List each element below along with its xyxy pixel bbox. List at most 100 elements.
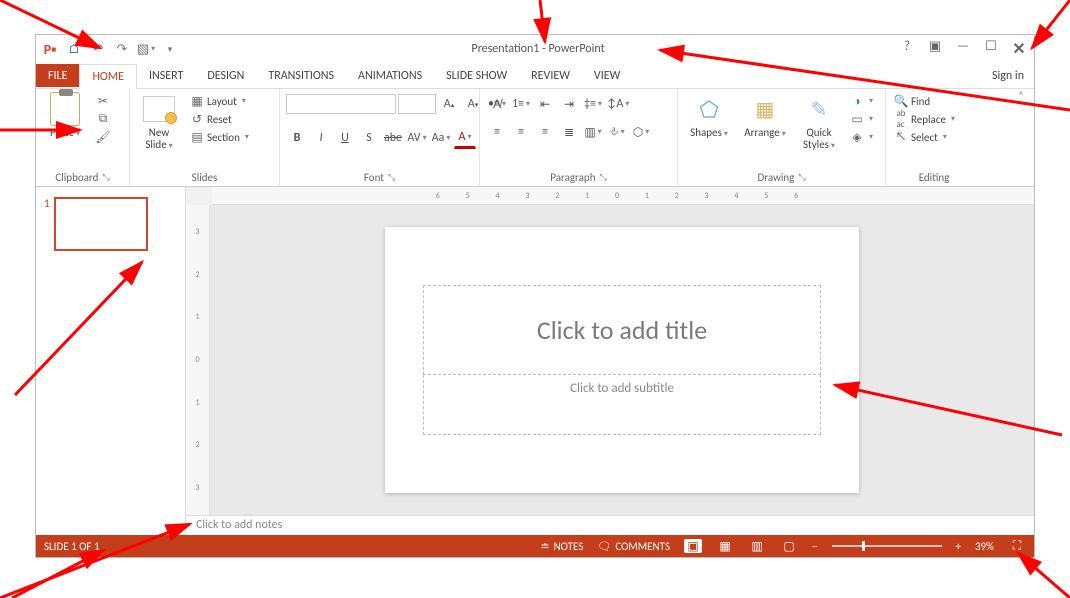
change-case-button[interactable]: Aa	[430, 127, 452, 149]
decrease-indent-button[interactable]: ⇤	[534, 93, 556, 115]
notes-pane[interactable]: Click to add notes	[186, 515, 1034, 535]
zoom-slider[interactable]	[832, 542, 942, 550]
tab-transitions[interactable]: TRANSITIONS	[256, 64, 346, 87]
undo-icon[interactable]: ↶	[90, 41, 106, 57]
increase-font-icon[interactable]: A▴	[438, 93, 460, 115]
shapes-button[interactable]: ⬠ Shapes	[684, 93, 734, 139]
bullets-button[interactable]: •≡	[486, 93, 508, 115]
tab-insert[interactable]: INSERT	[137, 64, 195, 87]
horizontal-ruler: 6 5 4 3 2 1 0 1 2 3 4 5 6	[212, 187, 1034, 205]
paintbrush-icon: 🖌	[96, 130, 110, 144]
strikethrough-button[interactable]: abe	[382, 127, 404, 149]
maximize-icon[interactable]: ☐	[982, 39, 1000, 59]
tab-slideshow[interactable]: SLIDE SHOW	[434, 64, 519, 87]
group-font: A▴ A▾ A̸ B I U S abe AV Aa A Font⤡	[280, 89, 480, 186]
notes-toggle[interactable]: ≐NOTES	[540, 540, 583, 553]
slide-thumbnail-1[interactable]: 1	[44, 197, 177, 251]
comments-toggle[interactable]: 🗨COMMENTS	[597, 540, 670, 553]
group-label-font: Font	[364, 171, 384, 184]
ribbon-tabs: FILE HOME INSERT DESIGN TRANSITIONS ANIM…	[36, 63, 1034, 89]
layout-button[interactable]: ▦Layout	[188, 93, 251, 109]
text-direction-button[interactable]: ↕A	[606, 93, 630, 115]
group-paragraph: •≡ 1≡ ⇤ ⇥ ‡≡ ↕A ≡ ≡ ≡ ≣ ▥ ⎀ ⬡ Paragraph⤡	[480, 89, 678, 186]
qat-more-icon[interactable]: ▾	[162, 41, 178, 57]
fit-to-window-icon[interactable]: ⛶	[1008, 539, 1026, 553]
shape-fill-button[interactable]: ◑	[848, 93, 875, 109]
find-button[interactable]: 🔍Find	[892, 93, 957, 109]
status-bar: SLIDE 1 OF 1 ≐NOTES 🗨COMMENTS ▣ ▦ ▥ ▢ − …	[36, 535, 1034, 557]
font-name-input[interactable]	[286, 94, 396, 114]
text-shadow-button[interactable]: S	[358, 127, 380, 149]
tab-animations[interactable]: ANIMATIONS	[346, 64, 434, 87]
slide-thumbnails-pane[interactable]: 1	[36, 187, 186, 535]
new-slide-button[interactable]: New Slide	[136, 93, 182, 151]
align-left-button[interactable]: ≡	[486, 121, 508, 143]
section-button[interactable]: ▤Section	[188, 129, 251, 145]
align-text-button[interactable]: ⎀	[606, 121, 628, 143]
font-color-button[interactable]: A	[454, 127, 476, 149]
bold-button[interactable]: B	[286, 127, 308, 149]
notes-icon: ≐	[540, 540, 549, 553]
powerpoint-icon: P▪	[42, 41, 58, 57]
arrange-button[interactable]: ▦ Arrange	[740, 93, 790, 139]
zoom-in-button[interactable]: +	[956, 540, 961, 553]
smartart-button[interactable]: ⬡	[630, 121, 652, 143]
align-center-button[interactable]: ≡	[510, 121, 532, 143]
tab-home[interactable]: HOME	[79, 64, 137, 89]
minimize-icon[interactable]: —	[954, 39, 972, 59]
shapes-icon: ⬠	[693, 93, 725, 125]
editor-area: 6 5 4 3 2 1 0 1 2 3 4 5 6 3 2 1 0 1 2 3 …	[186, 187, 1034, 535]
cut-button[interactable]: ✂	[94, 93, 112, 109]
increase-indent-button[interactable]: ⇥	[558, 93, 580, 115]
ribbon-display-options-icon[interactable]: ▣	[926, 39, 944, 59]
character-spacing-button[interactable]: AV	[406, 127, 428, 149]
zoom-out-button[interactable]: −	[812, 540, 817, 553]
underline-button[interactable]: U	[334, 127, 356, 149]
format-painter-button[interactable]: 🖌	[94, 129, 112, 145]
arrange-icon: ▦	[749, 93, 781, 125]
shape-effects-button[interactable]: ◈	[848, 129, 875, 145]
align-right-button[interactable]: ≡	[534, 121, 556, 143]
outline-icon: ▭	[850, 112, 864, 126]
reading-view-icon[interactable]: ▥	[748, 539, 766, 553]
shape-outline-button[interactable]: ▭	[848, 111, 875, 127]
tab-review[interactable]: REVIEW	[519, 64, 582, 87]
close-icon[interactable]: ✕	[1010, 39, 1028, 59]
slide-canvas[interactable]: Click to add title Click to add subtitle	[210, 205, 1034, 515]
justify-button[interactable]: ≣	[558, 121, 580, 143]
sign-in-link[interactable]: Sign in	[982, 69, 1034, 83]
copy-button[interactable]: ⧉	[94, 111, 112, 127]
reset-button[interactable]: ↺Reset	[188, 111, 251, 127]
italic-button[interactable]: I	[310, 127, 332, 149]
start-from-beginning-icon[interactable]: ▧	[138, 41, 154, 57]
select-button[interactable]: ↖Select	[892, 129, 957, 145]
paragraph-launcher-icon[interactable]: ⤡	[600, 172, 607, 183]
paste-button[interactable]: Paste	[42, 93, 88, 139]
collapse-ribbon-icon[interactable]: ˄	[1008, 89, 1034, 186]
clipboard-launcher-icon[interactable]: ⤡	[102, 172, 109, 183]
clipboard-icon	[50, 92, 80, 126]
group-label-slides: Slides	[192, 171, 218, 184]
zoom-level[interactable]: 39%	[975, 540, 994, 553]
tab-design[interactable]: DESIGN	[195, 64, 256, 87]
slide-sorter-view-icon[interactable]: ▦	[716, 539, 734, 553]
slideshow-view-icon[interactable]: ▢	[780, 539, 798, 553]
replace-button[interactable]: abacReplace	[892, 111, 957, 127]
title-placeholder[interactable]: Click to add title	[423, 285, 821, 375]
fill-icon: ◑	[850, 94, 864, 108]
drawing-launcher-icon[interactable]: ⤡	[798, 172, 805, 183]
help-icon[interactable]: ?	[898, 39, 916, 59]
tab-view[interactable]: VIEW	[582, 64, 632, 87]
quick-styles-button[interactable]: ✎ Quick Styles	[796, 93, 842, 151]
line-spacing-button[interactable]: ‡≡	[582, 93, 604, 115]
numbering-button[interactable]: 1≡	[510, 93, 532, 115]
subtitle-placeholder[interactable]: Click to add subtitle	[423, 375, 821, 435]
tab-file[interactable]: FILE	[36, 64, 79, 87]
normal-view-icon[interactable]: ▣	[684, 539, 702, 553]
home-qat-icon[interactable]: ⌂	[66, 41, 82, 57]
font-size-input[interactable]	[398, 94, 436, 114]
font-launcher-icon[interactable]: ⤡	[388, 172, 395, 183]
new-slide-label: New Slide	[136, 127, 182, 151]
redo-icon[interactable]: ↷	[114, 41, 130, 57]
columns-button[interactable]: ▥	[582, 121, 604, 143]
